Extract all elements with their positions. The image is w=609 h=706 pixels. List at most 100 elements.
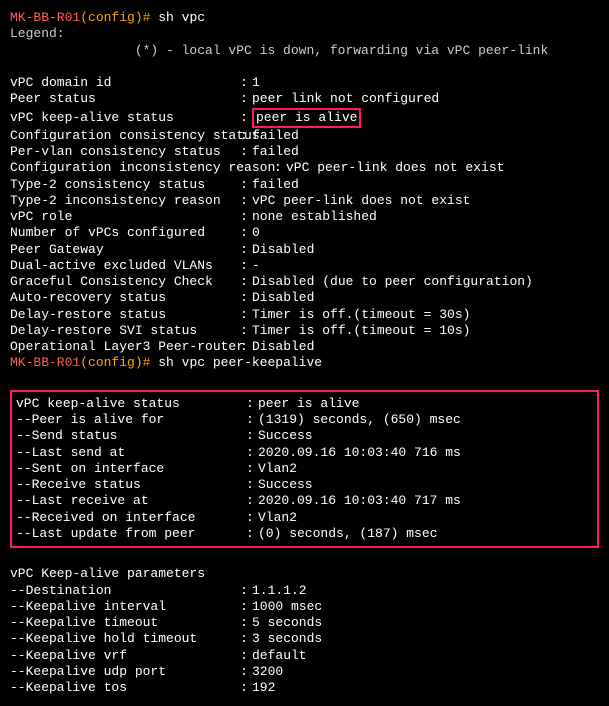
blank-line [10,550,599,566]
output-row: Configuration inconsistency reason:vPC p… [10,160,599,176]
row-separator: : [240,193,252,209]
row-value: default [252,648,307,663]
row-separator: : [240,128,252,144]
row-label: --Last update from peer [16,526,246,542]
output-row: --Keepalive udp port: 3200 [10,664,599,680]
row-separator: : [240,290,252,306]
prompt-host: MK-BB-R01 [10,355,80,370]
row-label: --Keepalive udp port [10,664,240,680]
row-label: --Keepalive tos [10,680,240,696]
row-label: vPC role [10,209,240,225]
row-separator: : [240,664,252,680]
output-row: vPC domain id: 1 [10,75,599,91]
prompt-host: MK-BB-R01 [10,10,80,25]
row-label: Number of vPCs configured [10,225,240,241]
row-separator: : [246,477,258,493]
output-row: --Destination: 1.1.1.2 [10,583,599,599]
output-row: Peer status: peer link not configured [10,91,599,107]
row-value: 1.1.1.2 [252,583,307,598]
row-value: peer link not configured [252,91,439,106]
row-label: --Keepalive interval [10,599,240,615]
terminal-output: MK-BB-R01(config)# sh vpc Legend: (*) - … [10,10,599,696]
output-row: Delay-restore status: Timer is off.(time… [10,307,599,323]
row-value: (0) seconds, (187) msec [258,526,437,541]
row-separator: : [240,110,252,126]
legend-note: (*) - local vPC is down, forwarding via … [10,43,599,59]
row-value: none established [252,209,377,224]
output-row: --Last send at: 2020.09.16 10:03:40 716 … [12,445,597,461]
row-separator: : [240,144,252,160]
output-row: --Received on interface: Vlan2 [12,510,597,526]
output-row: --Keepalive timeout: 5 seconds [10,615,599,631]
row-separator: : [246,461,258,477]
row-value: 2020.09.16 10:03:40 716 ms [258,445,461,460]
row-label: Peer status [10,91,240,107]
output-row: --Keepalive hold timeout: 3 seconds [10,631,599,647]
output-row: --Sent on interface: Vlan2 [12,461,597,477]
output-row: Peer Gateway: Disabled [10,242,599,258]
row-value: Timer is off.(timeout = 30s) [252,307,470,322]
row-value: failed [252,128,299,143]
row-label: --Keepalive hold timeout [10,631,240,647]
command-2: sh vpc peer-keepalive [158,355,322,370]
row-label: Dual-active excluded VLANs [10,258,240,274]
output-row: Per-vlan consistency status: failed [10,144,599,160]
row-value: failed [252,177,299,192]
row-separator: : [240,339,252,355]
row-value: 1000 msec [252,599,322,614]
prompt-line-1: MK-BB-R01(config)# sh vpc [10,10,599,26]
row-label: vPC keep-alive status [16,396,246,412]
blank-line [10,372,599,388]
legend-label: Legend: [10,26,599,42]
row-separator: : [274,160,286,176]
output-row: Auto-recovery status: Disabled [10,290,599,306]
output-row: Delay-restore SVI status: Timer is off.(… [10,323,599,339]
row-label: Operational Layer3 Peer-router [10,339,240,355]
output-row: --Peer is alive for: (1319) seconds, (65… [12,412,597,428]
row-separator: : [240,631,252,647]
row-separator: : [240,177,252,193]
row-label: Type-2 consistency status [10,177,240,193]
prompt-cfg: (config)# [80,10,150,25]
row-separator: : [246,510,258,526]
row-label: vPC keep-alive status [10,110,240,126]
row-value: peer is alive [258,396,359,411]
row-separator: : [240,91,252,107]
output-row: Configuration consistency status: failed [10,128,599,144]
keepalive-params-header: vPC Keep-alive parameters [10,566,599,582]
output-row: --Keepalive interval: 1000 msec [10,599,599,615]
row-value: 192 [252,680,275,695]
output-row: Dual-active excluded VLANs: - [10,258,599,274]
row-label: --Keepalive vrf [10,648,240,664]
row-label: --Send status [16,428,246,444]
output-row: vPC keep-alive status: peer is alive [10,108,599,128]
row-separator: : [240,209,252,225]
row-value: (1319) seconds, (650) msec [258,412,461,427]
row-separator: : [240,225,252,241]
row-separator: : [240,307,252,323]
output-row: --Last update from peer: (0) seconds, (1… [12,526,597,542]
row-separator: : [240,648,252,664]
row-label: Delay-restore SVI status [10,323,240,339]
output-row: Operational Layer3 Peer-router: Disabled [10,339,599,355]
row-separator: : [240,323,252,339]
row-value: 1 [252,75,260,90]
row-label: --Sent on interface [16,461,246,477]
row-label: --Keepalive timeout [10,615,240,631]
keepalive-status-box: vPC keep-alive status: peer is alive--Pe… [10,390,599,548]
row-separator: : [246,445,258,461]
row-value: 3200 [252,664,283,679]
row-value: 0 [252,225,260,240]
row-separator: : [240,242,252,258]
row-label: --Peer is alive for [16,412,246,428]
row-separator: : [246,396,258,412]
output-row: Number of vPCs configured: 0 [10,225,599,241]
prompt-cfg: (config)# [80,355,150,370]
blank-line [10,59,599,75]
output-row: vPC role: none established [10,209,599,225]
row-label: Delay-restore status [10,307,240,323]
row-value: Timer is off.(timeout = 10s) [252,323,470,338]
row-value: vPC peer-link does not exist [252,193,470,208]
row-value: - [252,258,260,273]
row-label: Configuration consistency status [10,128,240,144]
